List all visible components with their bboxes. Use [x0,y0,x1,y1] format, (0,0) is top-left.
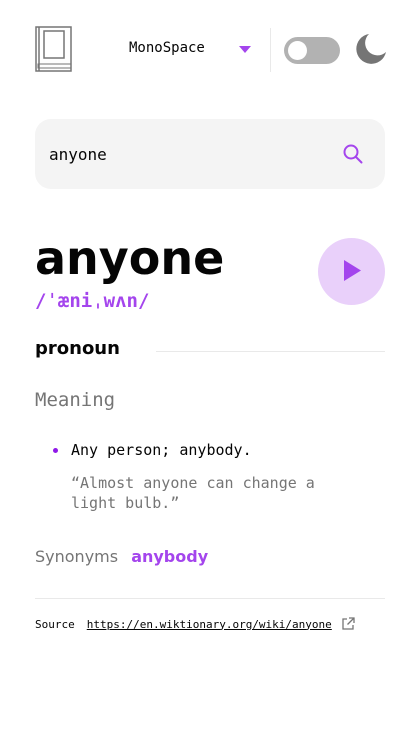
meaning-heading: Meaning [35,389,116,411]
entry-word: anyone [35,231,225,285]
source-link[interactable]: https://en.wiktionary.org/wiki/anyone [87,618,332,631]
source-label: Source [35,617,75,631]
definition-example: “Almost anyone can change a light bulb.” [71,474,315,512]
entry-phonetic: /ˈæniˌwʌn/ [35,290,150,312]
definition-list: Any person; anybody. “Almost anyone can … [35,440,385,513]
definition-item: Any person; anybody. “Almost anyone can … [35,440,385,513]
synonyms-row: Synonyms anybody [35,547,208,566]
external-link-icon[interactable] [341,617,355,631]
app-header: MonoSpace [35,26,388,74]
synonyms-label: Synonyms [35,547,119,566]
part-of-speech: pronoun [35,338,120,359]
moon-icon[interactable] [356,32,388,64]
source-row: Source https://en.wiktionary.org/wiki/an… [35,617,355,631]
toggle-knob [288,41,307,60]
bullet-icon [53,448,58,453]
play-icon [344,260,361,281]
font-selector[interactable]: MonoSpace [129,40,205,56]
header-divider [270,28,271,72]
chevron-down-icon[interactable] [239,46,251,54]
part-of-speech-row: pronoun [35,338,385,366]
theme-toggle[interactable] [284,37,340,64]
search-input[interactable] [49,119,329,189]
synonym-link[interactable]: anybody [131,547,208,566]
definition-text: Any person; anybody. [71,441,252,459]
book-icon[interactable] [35,26,72,74]
source-divider [35,598,385,599]
search-bar [35,119,385,189]
part-of-speech-divider [156,351,385,352]
search-icon[interactable] [343,144,363,164]
font-selected-label: MonoSpace [129,40,205,56]
play-audio-button[interactable] [318,238,385,305]
